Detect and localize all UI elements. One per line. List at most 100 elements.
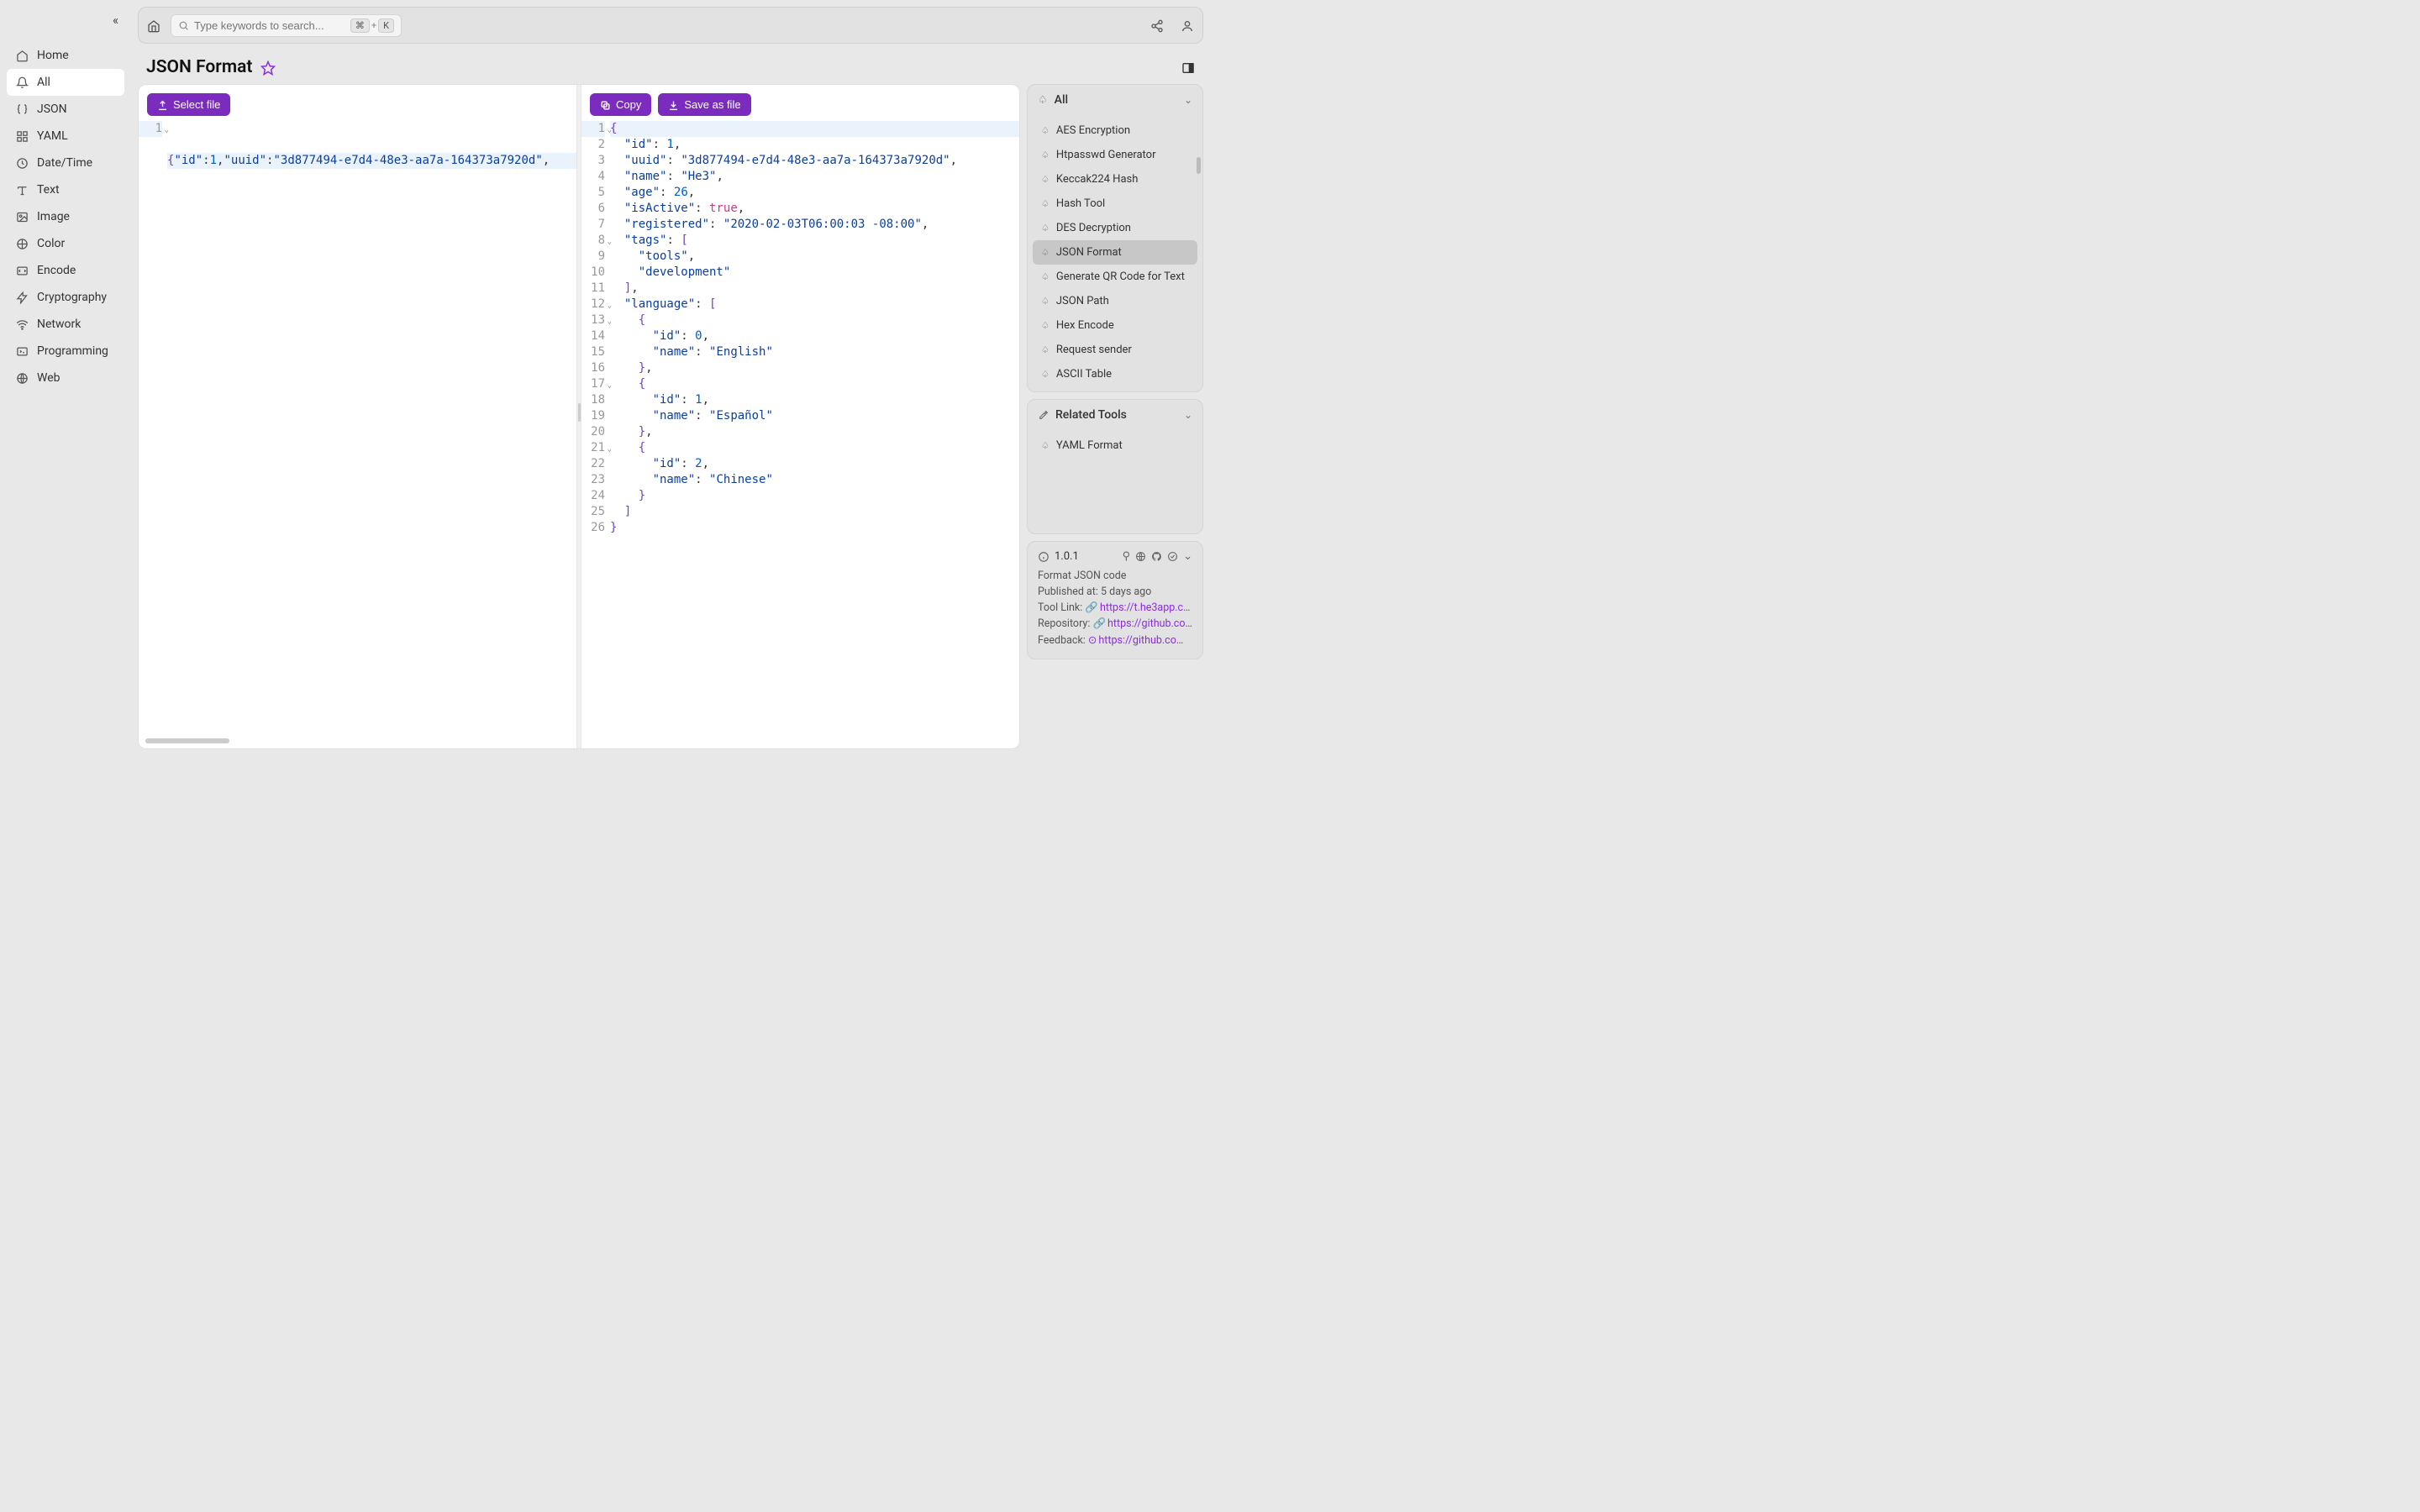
pin-icon: ♤ bbox=[1041, 320, 1050, 331]
crypto-icon bbox=[15, 291, 29, 304]
pin-icon: ♤ bbox=[1041, 271, 1050, 282]
sidebar-item-encode[interactable]: Encode bbox=[7, 257, 124, 284]
sidebar-item-all[interactable]: All bbox=[7, 69, 124, 96]
horizontal-scrollbar[interactable] bbox=[145, 737, 570, 745]
color-icon bbox=[15, 237, 29, 250]
sidebar-item-label: Web bbox=[37, 371, 60, 385]
home-icon bbox=[15, 49, 29, 62]
clock-icon bbox=[15, 156, 29, 170]
rail-item-aes-encryption[interactable]: ♤AES Encryption bbox=[1033, 118, 1197, 143]
rail-item-generate-qr-code-for-text[interactable]: ♤Generate QR Code for Text bbox=[1033, 265, 1197, 289]
rail-item-request-sender[interactable]: ♤ Request sender bbox=[1033, 338, 1197, 362]
pin-icon: ♤ bbox=[1041, 369, 1050, 380]
github-icon[interactable] bbox=[1151, 550, 1162, 563]
save-as-file-button[interactable]: Save as file bbox=[658, 93, 750, 116]
sidebar-item-label: Image bbox=[37, 210, 70, 223]
select-file-button[interactable]: Select file bbox=[147, 93, 230, 116]
rail-item-label: Hex Encode bbox=[1056, 319, 1114, 332]
related-tools-header[interactable]: Related Tools ⌄ bbox=[1028, 400, 1202, 430]
editor-panel: Select file 1⌄ {"id":1,"uuid":"3d877494-… bbox=[138, 84, 1020, 749]
copy-icon bbox=[600, 98, 611, 111]
pin-icon: ♤ bbox=[1041, 344, 1050, 355]
main-area: ⌘ + K JSON Format bbox=[131, 0, 1210, 756]
info-icon bbox=[1038, 550, 1050, 563]
web-icon bbox=[15, 371, 29, 385]
info-tool-link[interactable]: Tool Link: 🔗https://t.he3app.co… bbox=[1038, 601, 1192, 614]
check-circle-icon[interactable] bbox=[1167, 550, 1178, 563]
copy-button[interactable]: Copy bbox=[590, 93, 651, 116]
pin-icon: ♤ bbox=[1041, 150, 1050, 160]
kbd-k: K bbox=[378, 18, 394, 33]
sidebar-item-yaml[interactable]: YAML bbox=[7, 123, 124, 150]
pin-icon: ♤ bbox=[1041, 174, 1050, 185]
info-feedback[interactable]: Feedback: ⊙https://github.com/… bbox=[1038, 633, 1192, 647]
chevron-down-icon: ⌄ bbox=[1184, 409, 1192, 421]
rail-item-htpasswd-generator[interactable]: ♤Htpasswd Generator bbox=[1033, 143, 1197, 167]
chevron-down-icon[interactable]: ⌄ bbox=[1183, 550, 1192, 563]
sidebar-item-label: Encode bbox=[37, 264, 76, 277]
select-file-label: Select file bbox=[173, 98, 220, 111]
globe-icon[interactable] bbox=[1135, 550, 1146, 563]
output-code-area[interactable]: 1⌄2345678⌄9101112⌄13⌄14151617⌄18192021⌄2… bbox=[581, 121, 1019, 748]
rail-item-label: DES Decryption bbox=[1056, 222, 1131, 234]
pin-icon: ♤ bbox=[1041, 223, 1050, 234]
pin-icon: ♤ bbox=[1041, 247, 1050, 258]
topbar: ⌘ + K bbox=[138, 7, 1203, 44]
copy-label: Copy bbox=[616, 98, 641, 111]
chevron-down-icon: ⌄ bbox=[1184, 94, 1192, 106]
right-rail: ♤ All ⌄ ♤AES Encryption♤Htpasswd Generat… bbox=[1027, 84, 1203, 749]
toggle-right-panel-button[interactable] bbox=[1181, 60, 1195, 76]
left-sidebar: « Home All JSONYAML Date/Time Text Image Color… bbox=[0, 0, 131, 756]
related-tools-card: Related Tools ⌄ ♤YAML Format bbox=[1027, 399, 1203, 534]
all-tools-header[interactable]: ♤ All ⌄ bbox=[1028, 85, 1202, 115]
rail-scrollbar[interactable] bbox=[1197, 157, 1201, 174]
rail-item-yaml-format[interactable]: ♤YAML Format bbox=[1033, 433, 1197, 458]
rail-item-hash-tool[interactable]: ♤Hash Tool bbox=[1033, 192, 1197, 216]
plug-icon[interactable]: ⚲ bbox=[1123, 550, 1131, 563]
text-icon bbox=[15, 183, 29, 197]
download-icon bbox=[668, 98, 679, 111]
page-title: JSON Format bbox=[146, 57, 252, 77]
rail-item-hex-encode[interactable]: ♤ Hex Encode bbox=[1033, 313, 1197, 338]
favorite-button[interactable] bbox=[260, 59, 276, 76]
sidebar-item-json[interactable]: JSON bbox=[7, 96, 124, 123]
search-box[interactable]: ⌘ + K bbox=[171, 14, 402, 37]
info-published: Published at: 5 days ago bbox=[1038, 585, 1192, 598]
sidebar-item-programming[interactable]: Programming bbox=[7, 338, 124, 365]
rail-item-label: JSON Format bbox=[1056, 246, 1122, 259]
sidebar-item-image[interactable]: Image bbox=[7, 203, 124, 230]
home-button[interactable] bbox=[147, 18, 160, 34]
kbd-cmd: ⌘ bbox=[350, 18, 370, 33]
image-icon bbox=[15, 210, 29, 223]
collapse-sidebar-button[interactable]: « bbox=[113, 13, 118, 28]
sidebar-item-text[interactable]: Text bbox=[7, 176, 124, 203]
version-text: 1.0.1 bbox=[1055, 550, 1079, 563]
input-code-area[interactable]: 1⌄ {"id":1,"uuid":"3d877494-e7d4-48e3-aa… bbox=[139, 121, 576, 737]
info-repository[interactable]: Repository: 🔗https://github.com/… bbox=[1038, 617, 1192, 630]
output-editor: Copy Save as file 1⌄2345678⌄9101112⌄13⌄1… bbox=[581, 85, 1019, 748]
sidebar-item-label: Color bbox=[37, 237, 65, 250]
sidebar-item-web[interactable]: Web bbox=[7, 365, 124, 391]
rail-item-des-decryption[interactable]: ♤ DES Decryption bbox=[1033, 216, 1197, 240]
sidebar-item-label: Text bbox=[37, 183, 60, 197]
rail-item-label: ASCII Table bbox=[1056, 368, 1112, 381]
sidebar-item-cryptography[interactable]: Cryptography bbox=[7, 284, 124, 311]
rail-item-label: Request sender bbox=[1056, 344, 1132, 356]
sidebar-item-label: Date/Time bbox=[37, 156, 92, 170]
sidebar-item-date-time[interactable]: Date/Time bbox=[7, 150, 124, 176]
sidebar-item-label: Cryptography bbox=[37, 291, 107, 304]
search-input[interactable] bbox=[194, 19, 345, 32]
user-icon[interactable] bbox=[1181, 18, 1194, 34]
encode-icon bbox=[15, 264, 29, 277]
rail-item-keccak-hash[interactable]: ♤Keccak224 Hash bbox=[1033, 167, 1197, 192]
rail-item-ascii-table[interactable]: ♤ ASCII Table bbox=[1033, 362, 1197, 386]
pin-icon: ♤ bbox=[1041, 198, 1050, 209]
rail-item-json-format[interactable]: ♤ JSON Format bbox=[1033, 240, 1197, 265]
sidebar-item-home[interactable]: Home bbox=[7, 42, 124, 69]
sidebar-item-label: All bbox=[37, 76, 50, 89]
share-icon[interactable] bbox=[1150, 18, 1164, 34]
sidebar-item-network[interactable]: Network bbox=[7, 311, 124, 338]
rail-item-json-path[interactable]: ♤JSON Path bbox=[1033, 289, 1197, 313]
sidebar-item-color[interactable]: Color bbox=[7, 230, 124, 257]
sidebar-item-label: Home bbox=[37, 49, 69, 62]
